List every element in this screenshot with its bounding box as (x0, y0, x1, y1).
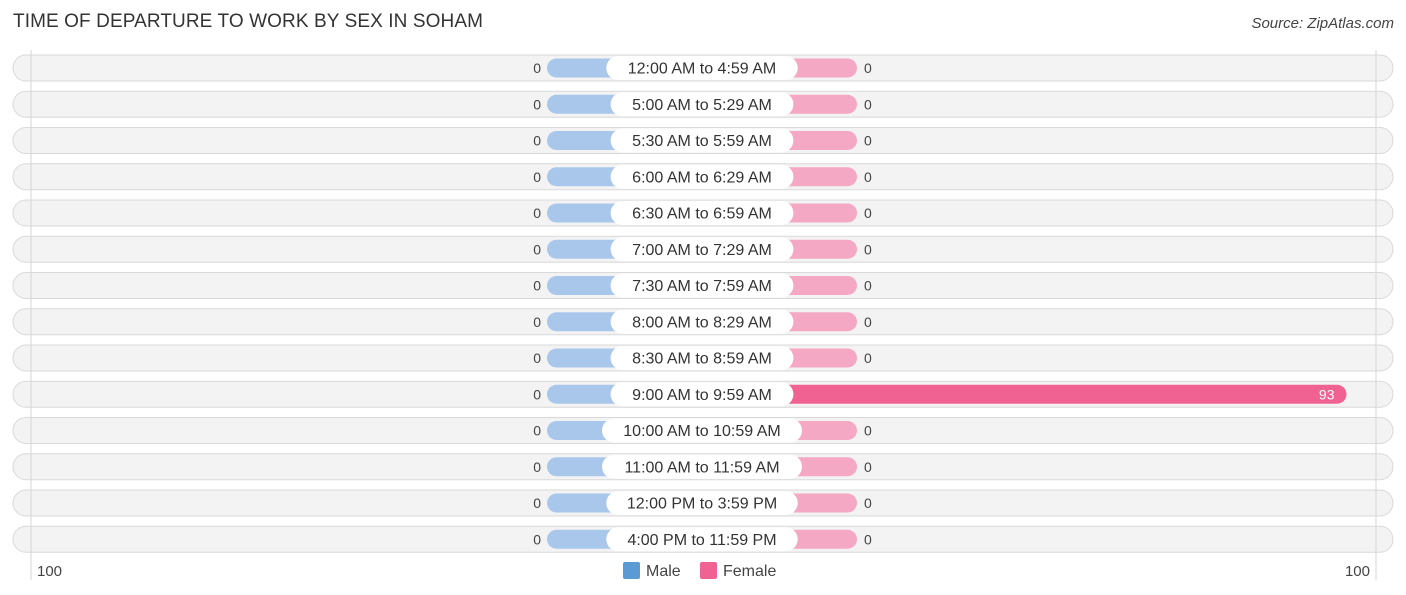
value-label-male: 0 (533, 60, 541, 76)
category-label: 9:00 AM to 9:59 AM (632, 387, 772, 404)
value-label-female: 0 (864, 314, 872, 330)
value-label-female: 0 (864, 60, 872, 76)
value-label-male: 0 (533, 169, 541, 185)
value-label-female: 0 (864, 495, 872, 511)
chart-row: 0 0 12:00 AM to 4:59 AM (12, 54, 1394, 82)
value-label-female: 0 (864, 133, 872, 149)
legend-female-swatch (700, 562, 717, 579)
category-label: 8:30 AM to 8:59 AM (632, 351, 772, 368)
chart-rows: 0 0 12:00 AM to 4:59 AM 0 0 5:00 AM to 5:29 A… (12, 54, 1394, 553)
category-label: 6:00 AM to 6:29 AM (632, 169, 772, 186)
value-label-female: 0 (864, 350, 872, 366)
value-label-male: 0 (533, 133, 541, 149)
chart-row: 0 0 6:00 AM to 6:29 AM (12, 163, 1394, 191)
value-label-female: 93 (1319, 386, 1335, 402)
value-label-male: 0 (533, 205, 541, 221)
chart-row: 0 0 5:00 AM to 5:29 AM (12, 90, 1394, 118)
category-label: 12:00 AM to 4:59 AM (628, 61, 777, 78)
value-label-male: 0 (533, 495, 541, 511)
chart-row: 0 0 4:00 PM to 11:59 PM (12, 525, 1394, 553)
value-label-male: 0 (533, 241, 541, 257)
chart-row: 0 0 8:30 AM to 8:59 AM (12, 344, 1394, 372)
value-label-male: 0 (533, 531, 541, 547)
bar-female (702, 384, 1347, 404)
chart-row: 0 0 6:30 AM to 6:59 AM (12, 199, 1394, 227)
value-label-male: 0 (533, 386, 541, 402)
category-label: 7:30 AM to 7:59 AM (632, 278, 772, 295)
chart-canvas: 0 0 12:00 AM to 4:59 AM 0 0 5:00 AM to 5:29 A… (12, 50, 1394, 580)
chart-row: 0 0 7:30 AM to 7:59 AM (12, 272, 1394, 299)
legend-male-label: Male (646, 563, 681, 580)
chart-row: 0 0 12:00 PM to 3:59 PM (12, 489, 1394, 517)
value-label-male: 0 (533, 459, 541, 475)
value-label-female: 0 (864, 423, 872, 439)
category-label: 6:30 AM to 6:59 AM (632, 206, 772, 223)
value-label-female: 0 (864, 96, 872, 112)
value-label-female: 0 (864, 205, 872, 221)
value-label-female: 0 (864, 278, 872, 294)
category-label: 12:00 PM to 3:59 PM (627, 496, 777, 513)
category-label: 5:00 AM to 5:29 AM (632, 97, 772, 114)
category-label: 5:30 AM to 5:59 AM (632, 133, 772, 150)
value-label-male: 0 (533, 278, 541, 294)
value-label-female: 0 (864, 459, 872, 475)
chart-row: 0 0 10:00 AM to 10:59 AM (12, 417, 1394, 444)
value-label-male: 0 (533, 96, 541, 112)
category-label: 8:00 AM to 8:29 AM (632, 314, 772, 331)
value-label-female: 0 (864, 531, 872, 547)
value-label-female: 0 (864, 169, 872, 185)
chart-row: 0 0 5:30 AM to 5:59 AM (12, 127, 1394, 154)
value-label-male: 0 (533, 423, 541, 439)
legend-male-swatch (623, 562, 640, 579)
category-label: 7:00 AM to 7:29 AM (632, 242, 772, 259)
value-label-male: 0 (533, 314, 541, 330)
legend-female-label: Female (723, 563, 776, 580)
chart-row: 0 0 11:00 AM to 11:59 AM (12, 453, 1394, 481)
chart-row: 0 0 8:00 AM to 8:29 AM (12, 308, 1394, 336)
category-label: 10:00 AM to 10:59 AM (623, 423, 780, 440)
chart-row: 0 0 7:00 AM to 7:29 AM (12, 235, 1394, 263)
value-label-male: 0 (533, 350, 541, 366)
category-label: 4:00 PM to 11:59 PM (627, 532, 776, 549)
axis-tick-left: 100 (37, 563, 62, 580)
axis-tick-right: 100 (1345, 563, 1370, 580)
legend: Male Female (623, 562, 776, 580)
category-label: 11:00 AM to 11:59 AM (624, 459, 779, 476)
chart-row: 0 93 9:00 AM to 9:59 AM (12, 380, 1394, 408)
value-label-female: 0 (864, 241, 872, 257)
